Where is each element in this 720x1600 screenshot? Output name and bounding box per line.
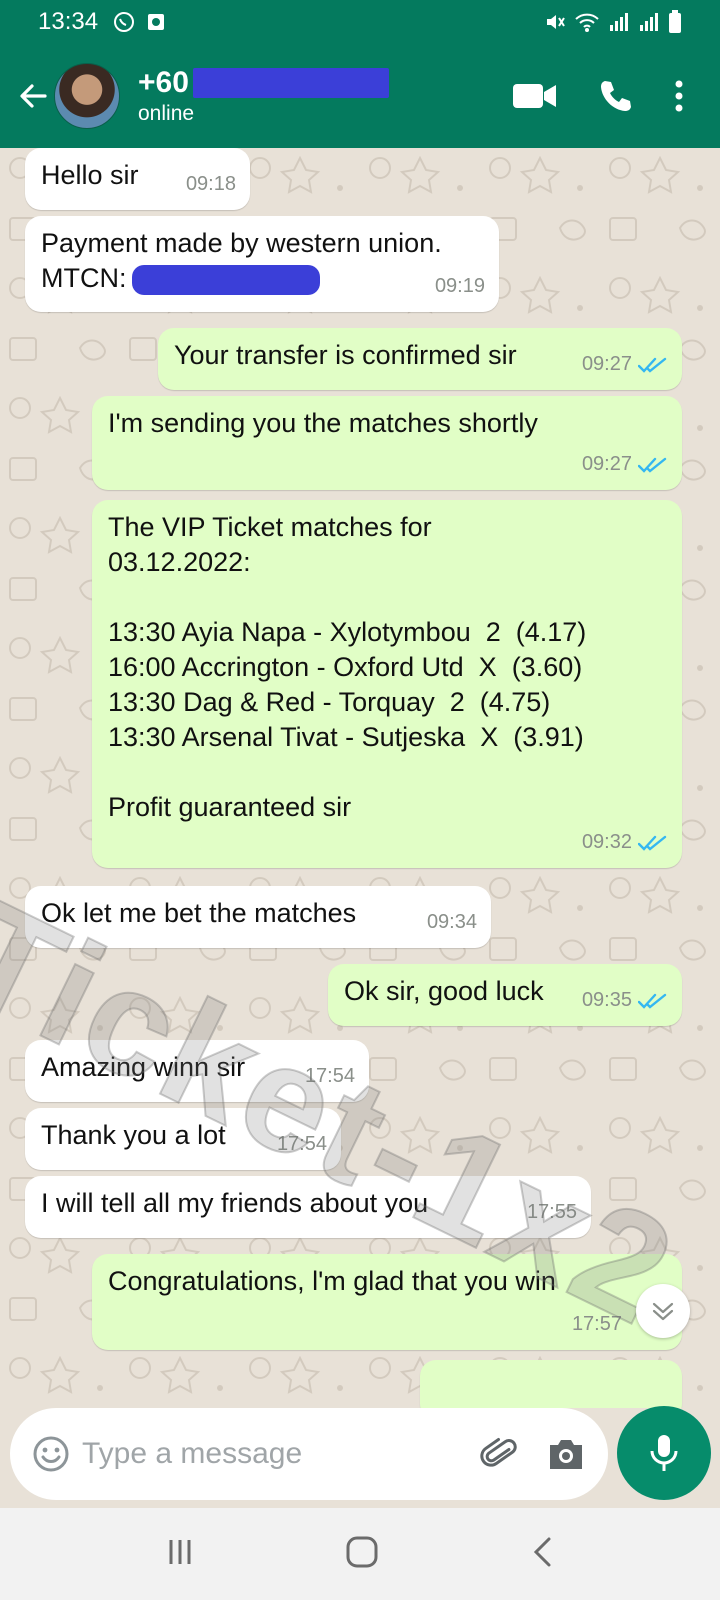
message-time: 17:54 xyxy=(276,1133,327,1155)
message-text-mtcn-label: MTCN: xyxy=(41,263,127,293)
battery-icon xyxy=(669,10,681,33)
scroll-down-button[interactable] xyxy=(636,1284,690,1338)
chat-area[interactable]: Hello sir 09:18 Payment made by western … xyxy=(0,148,720,1408)
voice-message-button[interactable] xyxy=(617,1406,711,1500)
redacted-phone-number xyxy=(192,68,389,98)
signal-icon-2 xyxy=(640,13,658,31)
double-tick-icon xyxy=(638,457,667,473)
message-incoming[interactable]: Thank you a lot 17:54 xyxy=(25,1108,341,1170)
more-options-button[interactable] xyxy=(674,80,684,112)
voice-call-button[interactable] xyxy=(598,78,634,114)
status-system-icons xyxy=(544,10,682,34)
message-time: 09:32 xyxy=(581,831,632,853)
home-icon xyxy=(346,1536,378,1567)
emoji-icon xyxy=(33,1436,69,1472)
message-time: 17:54 xyxy=(304,1065,355,1087)
message-time: 17:57 xyxy=(571,1313,622,1335)
video-call-button[interactable] xyxy=(512,81,558,111)
message-text: Payment made by western union. xyxy=(41,228,442,258)
recent-apps-icon xyxy=(169,1539,191,1564)
whatsapp-notification-icon xyxy=(114,12,135,32)
message-time: 09:27 xyxy=(581,453,632,475)
message-outgoing-matches[interactable]: The VIP Ticket matches for 03.12.2022: 1… xyxy=(92,500,682,868)
message-time: 09:34 xyxy=(426,911,477,933)
message-incoming[interactable]: Payment made by western union. MTCN: 09:… xyxy=(25,216,499,312)
system-back-icon xyxy=(533,1537,551,1566)
message-time: 09:19 xyxy=(434,275,485,297)
status-time: 13:34 xyxy=(38,8,99,35)
message-incoming[interactable]: Amazing winn sir 17:54 xyxy=(25,1040,369,1102)
system-back-button[interactable] xyxy=(529,1535,555,1574)
message-text: Ok let me bet the matches xyxy=(41,898,357,928)
redacted-mtcn xyxy=(132,264,321,295)
contact-avatar[interactable] xyxy=(54,63,120,129)
message-input[interactable] xyxy=(82,1437,472,1471)
message-composer xyxy=(10,1408,608,1500)
mute-icon xyxy=(547,15,565,29)
status-notification-icons xyxy=(112,10,166,34)
back-button[interactable] xyxy=(16,76,50,116)
mic-icon xyxy=(650,1435,678,1471)
message-text: Ok sir, good luck xyxy=(344,976,544,1006)
message-time: 09:35 xyxy=(581,989,632,1011)
contact-info[interactable]: +60 online xyxy=(138,66,389,126)
message-outgoing[interactable]: Ok sir, good luck 09:35 xyxy=(328,964,682,1026)
message-text: Hello sir xyxy=(41,160,139,190)
message-outgoing-partial xyxy=(420,1360,682,1408)
system-nav-bar xyxy=(0,1508,720,1600)
double-tick-icon xyxy=(638,835,667,851)
double-tick-icon xyxy=(638,993,667,1009)
message-incoming[interactable]: Hello sir 09:18 xyxy=(25,148,250,210)
message-time: 17:55 xyxy=(526,1201,577,1223)
message-time: 09:27 xyxy=(581,353,632,375)
message-text: I will tell all my friends about you xyxy=(41,1188,429,1218)
video-call-icon xyxy=(513,84,556,108)
camera-icon xyxy=(550,1440,582,1469)
message-outgoing[interactable]: Congratulations, l'm glad that you win 1… xyxy=(92,1254,682,1350)
message-incoming[interactable]: Ok let me bet the matches 09:34 xyxy=(25,886,491,948)
contact-status: online xyxy=(138,102,195,125)
voice-call-icon xyxy=(601,81,631,111)
scroll-down-icon xyxy=(652,1302,674,1321)
gallery-notification-icon xyxy=(148,14,165,30)
message-text: The VIP Ticket matches for 03.12.2022: 1… xyxy=(108,512,587,822)
message-text: Congratulations, l'm glad that you win xyxy=(108,1266,556,1296)
signal-icon-1 xyxy=(610,13,628,31)
attach-button[interactable] xyxy=(480,1434,520,1474)
message-outgoing[interactable]: Your transfer is confirmed sir 09:27 xyxy=(158,328,682,390)
home-button[interactable] xyxy=(345,1535,379,1574)
status-bar: 13:34 xyxy=(0,0,720,44)
message-text: I'm sending you the matches shortly xyxy=(108,408,538,438)
message-text: Amazing winn sir xyxy=(41,1052,246,1082)
message-text: Your transfer is confirmed sir xyxy=(174,340,517,370)
back-arrow-icon xyxy=(20,84,47,108)
wifi-icon xyxy=(575,13,599,32)
double-tick-icon xyxy=(638,357,667,373)
attach-icon xyxy=(480,1438,517,1467)
chat-header: +60 online xyxy=(0,44,720,148)
emoji-button[interactable] xyxy=(32,1435,70,1473)
contact-name: +60 xyxy=(138,66,189,99)
message-outgoing[interactable]: I'm sending you the matches shortly 09:2… xyxy=(92,396,682,490)
message-incoming[interactable]: I will tell all my friends about you 17:… xyxy=(25,1176,591,1238)
recent-apps-button[interactable] xyxy=(165,1537,195,1572)
message-time: 09:18 xyxy=(185,173,236,195)
camera-button[interactable] xyxy=(546,1436,586,1472)
more-options-icon xyxy=(675,80,683,112)
message-text: Thank you a lot xyxy=(41,1120,226,1150)
